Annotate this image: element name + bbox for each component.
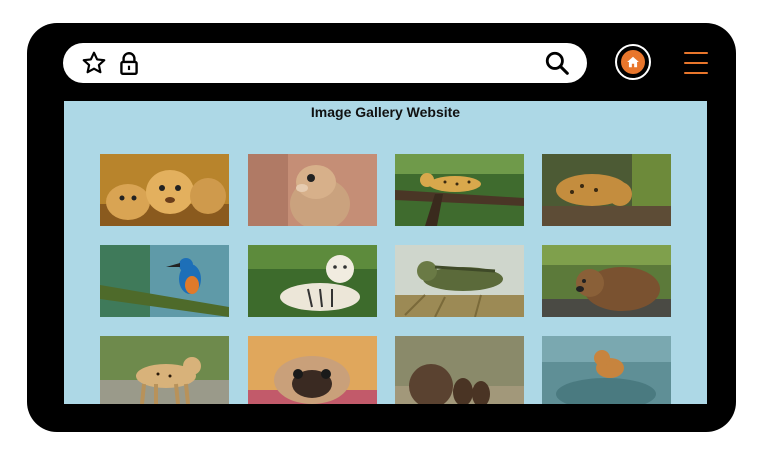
gallery-image-lynx[interactable]	[542, 336, 671, 404]
web-page: Image Gallery Website	[64, 101, 707, 404]
star-icon[interactable]	[81, 50, 107, 76]
search-icon[interactable]	[544, 50, 570, 76]
gallery-image-jaguar[interactable]	[542, 154, 671, 226]
gallery-image-bear-family[interactable]	[395, 336, 524, 404]
gallery-image-brown-bear[interactable]	[542, 245, 671, 317]
gallery-image-squirrel[interactable]	[248, 154, 377, 226]
home-button[interactable]	[615, 44, 651, 80]
gallery-image-white-tiger[interactable]	[248, 245, 377, 317]
gallery-image-leopard-on-branch[interactable]	[395, 154, 524, 226]
address-bar[interactable]	[63, 43, 587, 83]
page-title: Image Gallery Website	[310, 104, 461, 120]
gallery-image-iguana[interactable]	[395, 245, 524, 317]
hamburger-menu-icon[interactable]	[684, 52, 708, 74]
gallery-image-lion-cubs[interactable]	[100, 154, 229, 226]
gallery-image-pug[interactable]	[248, 336, 377, 404]
gallery-image-cheetah[interactable]	[100, 336, 229, 404]
home-icon	[627, 56, 639, 68]
gallery-image-kingfisher[interactable]	[100, 245, 229, 317]
lock-icon	[120, 52, 138, 76]
